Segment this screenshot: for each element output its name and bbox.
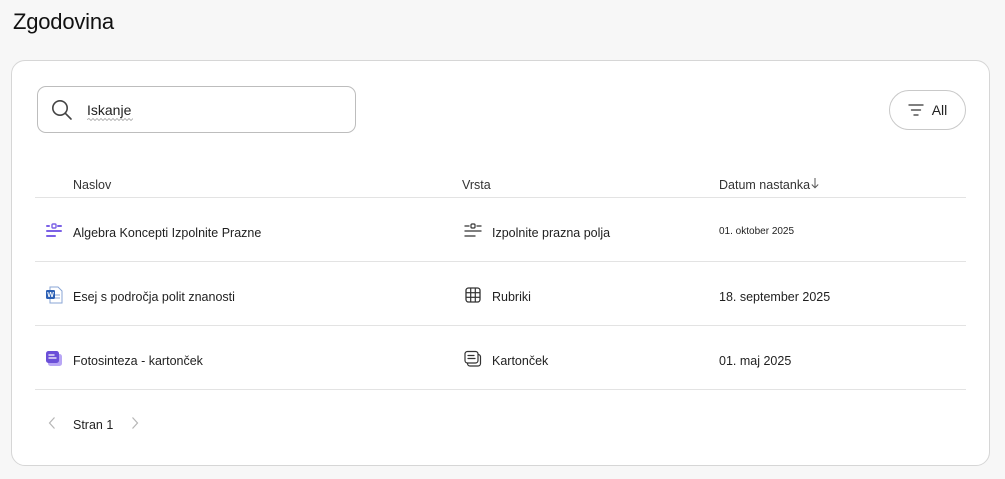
history-table: Naslov Vrsta Datum nastanka Algebra Konc… <box>35 169 966 390</box>
table-row[interactable]: W Esej s področja polit znanosti Rubriki… <box>35 262 966 326</box>
column-header-date-label: Datum nastanka <box>719 178 811 192</box>
chevron-left-icon[interactable] <box>47 416 57 430</box>
fill-blanks-type-icon <box>464 223 482 237</box>
rubric-grid-icon <box>465 287 481 303</box>
table-header: Naslov Vrsta Datum nastanka <box>35 169 966 198</box>
history-card: All Naslov Vrsta Datum nastanka A <box>11 60 990 466</box>
pagination: Stran 1 <box>35 412 235 436</box>
filter-label: All <box>931 102 948 118</box>
page-indicator: Stran 1 <box>73 418 114 432</box>
fill-blanks-icon <box>46 223 62 237</box>
row-type: Kartonček <box>492 354 549 368</box>
chevron-right-icon[interactable] <box>130 416 140 430</box>
row-title[interactable]: Esej s področja polit znanosti <box>73 290 235 304</box>
filter-icon <box>908 104 924 116</box>
svg-text:W: W <box>47 292 54 299</box>
search-icon <box>50 98 74 122</box>
table-row[interactable]: Fotosinteza - kartonček Kartonček 01. ma… <box>35 326 966 390</box>
filter-button[interactable]: All <box>889 90 966 130</box>
sort-down-icon[interactable] <box>810 177 820 189</box>
row-date: 18. september 2025 <box>719 290 831 304</box>
row-date: 01. oktober 2025 <box>719 226 795 237</box>
column-header-title[interactable]: Naslov <box>73 178 111 192</box>
row-type: Rubriki <box>492 290 531 304</box>
flashcard-icon <box>46 351 62 366</box>
row-date: 01. maj 2025 <box>719 354 792 368</box>
row-type: Izpolnite prazna polja <box>492 226 611 240</box>
page-title: Zgodovina <box>13 9 114 34</box>
search-box[interactable] <box>37 86 356 133</box>
word-document-icon: W <box>46 286 63 304</box>
column-header-date[interactable]: Datum nastanka <box>719 178 820 192</box>
row-title[interactable]: Fotosinteza - kartonček <box>73 354 203 368</box>
flashcard-type-icon <box>464 350 482 367</box>
spellcheck-underline <box>87 118 133 121</box>
column-header-type[interactable]: Vrsta <box>462 178 491 192</box>
row-title[interactable]: Algebra Koncepti Izpolnite Prazne <box>73 226 261 240</box>
table-row[interactable]: Algebra Koncepti Izpolnite Prazne Izpoln… <box>35 198 966 262</box>
